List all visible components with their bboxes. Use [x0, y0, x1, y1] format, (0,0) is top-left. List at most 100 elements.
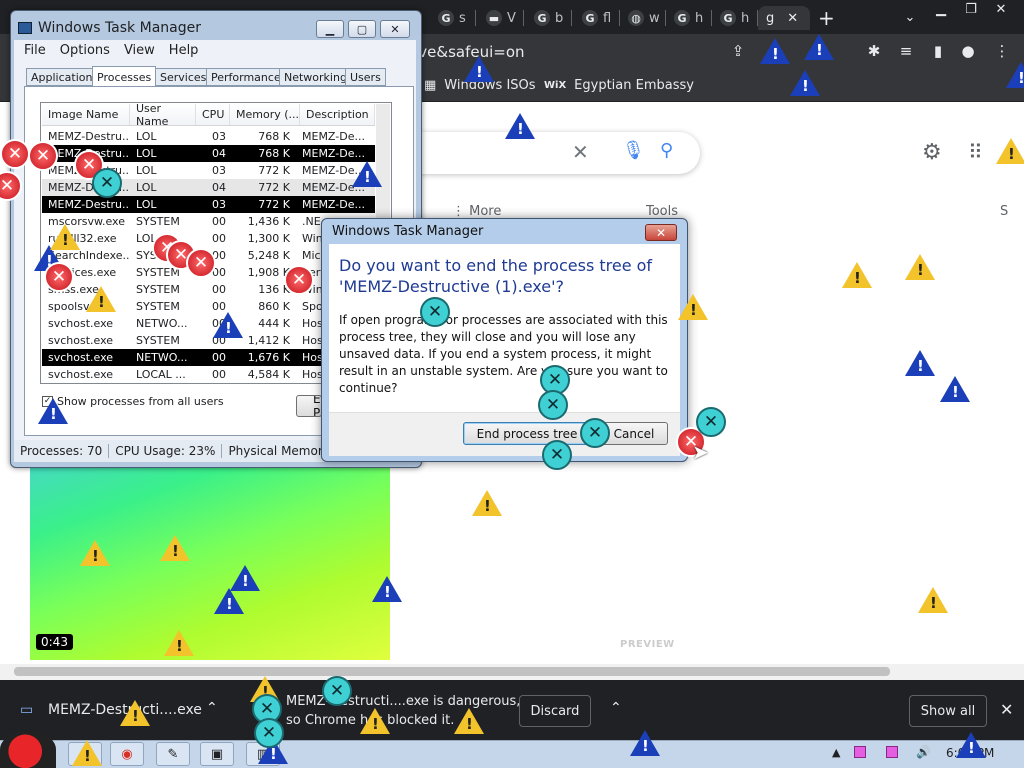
- cell-cpu: 00: [212, 283, 226, 296]
- menu-help[interactable]: Help: [169, 43, 199, 58]
- tab-label: w: [649, 10, 660, 26]
- cell-user: SYSTEM: [136, 334, 180, 347]
- taskbar-app-button[interactable]: ▣: [200, 742, 234, 766]
- cell-user: LOL: [136, 181, 157, 194]
- profile-avatar-icon[interactable]: ●: [958, 42, 978, 62]
- google-apps-icon[interactable]: ⠿: [968, 140, 983, 164]
- voice-search-icon[interactable]: 🎙: [622, 140, 645, 161]
- show-all-downloads-button[interactable]: Show all: [909, 695, 987, 727]
- browser-tab[interactable]: ◍ w: [620, 6, 666, 30]
- browser-tab-active[interactable]: g ✕: [758, 6, 810, 30]
- cell-memory: 1,300 K: [247, 232, 290, 245]
- bookmark-egyptian-embassy[interactable]: WiX Egyptian Embassy: [544, 78, 694, 93]
- taskbar-chrome-button[interactable]: ◉: [110, 742, 144, 766]
- menu-file[interactable]: File: [24, 43, 46, 58]
- browser-tab[interactable]: Gfl: [574, 6, 620, 30]
- file-icon: ▭: [20, 702, 34, 718]
- discard-options-chevron-icon[interactable]: ⌃: [610, 700, 622, 716]
- menu-options[interactable]: Options: [60, 43, 110, 58]
- tray-icon[interactable]: [854, 746, 866, 758]
- warning-icon: [80, 540, 110, 566]
- tray-expand-icon[interactable]: ▲: [832, 746, 840, 759]
- end-process-button[interactable]: End Process: [296, 395, 322, 417]
- clear-search-icon[interactable]: ✕: [572, 140, 589, 164]
- close-window-button[interactable]: ✕: [986, 0, 1016, 18]
- tab-search-chevron-icon[interactable]: ⌄: [895, 8, 925, 26]
- dialog-close-button[interactable]: ✕: [645, 224, 677, 241]
- tab-performance[interactable]: Performance: [206, 68, 286, 86]
- cyan-error-icon: ✕: [580, 418, 610, 448]
- video-preview-watermark: PREVIEW: [620, 639, 675, 650]
- restore-window-button[interactable]: ❐: [956, 0, 986, 18]
- minimize-window-button[interactable]: ▁: [926, 0, 956, 18]
- tab-favicon-icon: G: [534, 10, 550, 26]
- discard-button[interactable]: Discard: [519, 695, 591, 727]
- show-all-users-checkbox[interactable]: ✓ Show processes from all users: [42, 395, 224, 408]
- tm-maximize-button[interactable]: ▢: [348, 20, 376, 38]
- warning-icon: [160, 535, 190, 561]
- cell-cpu: 04: [212, 147, 226, 160]
- task-manager-title: Windows Task Manager: [38, 20, 201, 36]
- cell-image-name: svchost.exe: [48, 334, 114, 347]
- close-download-shelf-button[interactable]: ✕: [1000, 700, 1013, 719]
- tab-favicon-icon: ◍: [628, 10, 644, 26]
- search-tools-tab[interactable]: Tools: [646, 204, 678, 219]
- dialog-title: Windows Task Manager: [332, 224, 484, 239]
- menu-kebab-icon[interactable]: ⋮: [992, 42, 1012, 62]
- browser-tab[interactable]: Gs: [430, 6, 476, 30]
- browser-tab[interactable]: Gh: [712, 6, 758, 30]
- column-user-name[interactable]: User Name: [130, 102, 196, 128]
- cell-user: LOL: [136, 198, 157, 211]
- search-filter-edge: S: [1000, 204, 1009, 219]
- tab-networking[interactable]: Networking: [279, 68, 352, 86]
- settings-gear-icon[interactable]: ⚙: [922, 140, 942, 165]
- horizontal-scrollbar-thumb[interactable]: [14, 667, 890, 676]
- search-icon[interactable]: ⚲: [660, 140, 673, 161]
- tab-users[interactable]: Users: [345, 68, 386, 86]
- tab-favicon-icon: ▬: [486, 10, 502, 26]
- windows-taskbar: [0, 740, 1024, 768]
- media-controls-icon[interactable]: ≡: [896, 42, 916, 62]
- tab-services[interactable]: Services: [155, 68, 212, 86]
- share-icon[interactable]: ⇪: [728, 42, 748, 62]
- tm-close-button[interactable]: ✕: [380, 20, 410, 38]
- cell-user: SYSTEM: [136, 300, 180, 313]
- cell-cpu: 03: [212, 198, 226, 211]
- column-cpu[interactable]: CPU: [196, 104, 230, 125]
- taskbar-paint-button[interactable]: ✎: [156, 742, 190, 766]
- cyan-error-icon: ✕: [322, 676, 352, 706]
- cell-image-name: MEMZ-Destru...: [48, 130, 130, 143]
- tray-icon[interactable]: [886, 746, 898, 758]
- tab-label: b: [555, 10, 564, 26]
- column-memory[interactable]: Memory (...: [230, 104, 300, 125]
- info-warning-icon: [905, 350, 935, 376]
- tab-close-icon[interactable]: ✕: [787, 11, 798, 26]
- info-warning-icon: [38, 398, 68, 424]
- tab-processes[interactable]: Processes: [92, 66, 157, 87]
- warning-icon: [454, 708, 484, 734]
- cancel-button[interactable]: Cancel: [600, 422, 668, 445]
- error-icon: ✕: [28, 141, 58, 171]
- extensions-icon[interactable]: ✱: [864, 42, 884, 62]
- start-button-angry-bird[interactable]: [0, 731, 56, 768]
- column-description[interactable]: Description: [300, 104, 375, 125]
- end-process-tree-button[interactable]: End process tree: [463, 422, 591, 445]
- menu-view[interactable]: View: [124, 43, 155, 58]
- cyan-error-icon: ✕: [420, 297, 450, 327]
- browser-tab[interactable]: Gb: [526, 6, 572, 30]
- show-all-users-label: Show processes from all users: [57, 395, 224, 408]
- side-panel-icon[interactable]: ▮: [928, 42, 948, 62]
- column-image-name[interactable]: Image Name: [42, 104, 130, 125]
- table-row[interactable]: MEMZ-Destru... LOL 03 772 K MEMZ-De...: [42, 196, 375, 213]
- download-options-chevron-icon[interactable]: ⌃: [206, 700, 218, 716]
- search-more-tab[interactable]: ⋮ More: [452, 204, 501, 219]
- address-bar[interactable]: ctive&safeui=on: [400, 40, 780, 64]
- volume-icon[interactable]: 🔊: [916, 745, 931, 759]
- browser-tab[interactable]: ▬ V: [478, 6, 524, 30]
- table-row[interactable]: MEMZ-Destru... LOL 03 768 K MEMZ-De...: [42, 128, 375, 145]
- browser-tab[interactable]: Gh: [666, 6, 712, 30]
- cell-user: LOL: [136, 164, 157, 177]
- tm-minimize-button[interactable]: ▁: [316, 20, 344, 38]
- new-tab-button[interactable]: +: [818, 6, 838, 30]
- cell-description: MEMZ-De...: [302, 147, 365, 160]
